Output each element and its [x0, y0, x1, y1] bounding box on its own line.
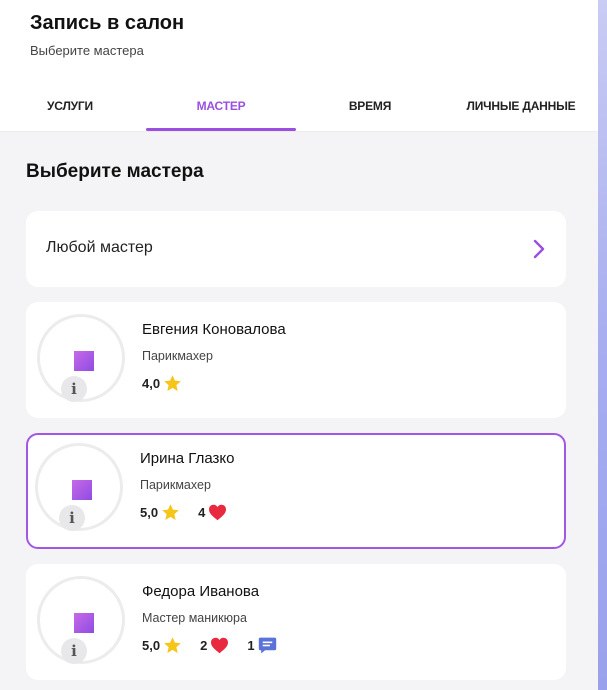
master-role: Парикмахер [140, 478, 211, 492]
info-icon[interactable]: i [59, 505, 85, 531]
comment-icon [258, 637, 276, 653]
info-icon[interactable]: i [61, 638, 87, 664]
master-stats: 4,0 [142, 372, 200, 394]
any-master-label: Любой мастер [46, 239, 153, 256]
tab-personal-data[interactable]: ЛИЧНЫЕ ДАННЫЕ [455, 99, 587, 113]
master-card[interactable]: i Евгения Коновалова Парикмахер 4,0 [26, 302, 566, 418]
page-subtitle: Выберите мастера [30, 43, 144, 58]
avatar-placeholder-icon [74, 613, 94, 633]
star-icon [162, 503, 179, 520]
master-stats: 5,0 4 [140, 501, 245, 523]
info-icon[interactable]: i [61, 376, 87, 402]
rating: 4,0 [142, 374, 182, 393]
master-name: Евгения Коновалова [142, 321, 286, 338]
active-tab-indicator [146, 128, 296, 131]
master-card-selected[interactable]: i Ирина Глазко Парикмахер 5,0 4 [26, 433, 566, 549]
avatar-placeholder-icon [74, 351, 94, 371]
tab-time[interactable]: ВРЕМЯ [320, 99, 420, 113]
master-name: Федора Иванова [142, 583, 260, 600]
page-title: Запись в салон [30, 12, 185, 34]
master-role: Мастер маникюра [142, 611, 247, 625]
section-title: Выберите мастера [26, 161, 204, 182]
master-role: Парикмахер [142, 349, 213, 363]
tab-master[interactable]: МАСТЕР [146, 99, 296, 113]
reviews-count: 1 [247, 637, 255, 653]
star-icon [164, 374, 181, 391]
any-master-button[interactable]: Любой мастер [26, 211, 566, 287]
heart-icon [211, 637, 229, 653]
reviews: 1 [247, 636, 276, 655]
master-card[interactable]: i Федора Иванова Мастер маникюра 5,0 2 1 [26, 564, 566, 680]
heart-icon [209, 504, 227, 520]
rating-value: 4,0 [142, 375, 161, 391]
app-header: Запись в салон Выберите мастера УСЛУГИ М… [0, 0, 598, 132]
master-name: Ирина Глазко [140, 450, 235, 467]
chevron-right-icon [533, 239, 545, 259]
rating: 5,0 [142, 636, 182, 655]
avatar-placeholder-icon [72, 480, 92, 500]
likes-count: 2 [200, 637, 208, 653]
likes: 4 [198, 504, 227, 521]
tab-services[interactable]: УСЛУГИ [20, 99, 120, 113]
rating-value: 5,0 [142, 637, 161, 653]
rating-value: 5,0 [140, 504, 159, 520]
star-icon [164, 636, 181, 653]
rating: 5,0 [140, 503, 180, 522]
master-stats: 5,0 2 1 [142, 634, 295, 656]
likes-count: 4 [198, 504, 206, 520]
background-strip [598, 0, 607, 690]
likes: 2 [200, 637, 229, 654]
